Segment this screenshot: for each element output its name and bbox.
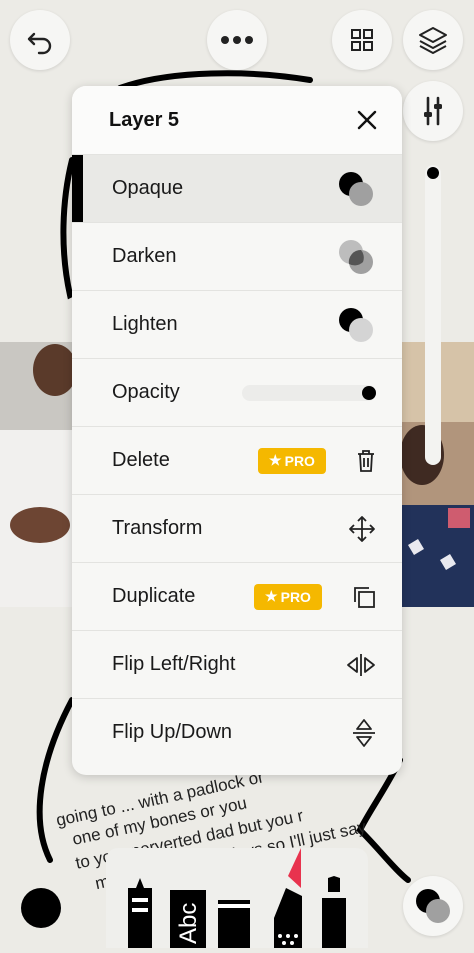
row-label: Opacity [112,381,180,403]
flip-horizontal-icon [347,653,375,676]
row-label: Duplicate [112,585,196,607]
row-label: Transform [112,517,203,539]
transform-row[interactable]: Transform [72,494,402,562]
close-button[interactable] [352,105,382,135]
blend-opaque-icon [339,171,373,206]
tool-tray: Abc [106,848,368,948]
brush-size-knob[interactable] [427,167,439,179]
brush-size-slider[interactable] [425,165,441,465]
flip-vertical-row[interactable]: Flip Up/Down [72,698,402,766]
grid-icon [351,29,373,51]
tool-tray-art: Abc [128,848,346,948]
delete-row[interactable]: Delete ★ PRO [72,426,402,494]
layer-options-panel: Layer 5 Opaque Darken Lighten Opacity De… [72,86,402,775]
row-label: Flip Up/Down [112,721,233,743]
grid-button[interactable] [332,10,392,70]
pro-badge: ★ PRO [258,447,326,474]
star-icon: ★ [269,452,282,468]
layers-icon [419,27,447,54]
duplicate-row[interactable]: Duplicate ★ PRO [72,562,402,630]
opacity-slider-knob[interactable] [362,386,376,400]
blend-darken-icon [339,239,373,274]
pro-label: PRO [284,452,315,469]
color-picker-button[interactable] [403,876,463,936]
row-label: Delete [112,449,170,471]
blend-lighten-icon [339,307,373,342]
blend-darken-row[interactable]: Darken [72,222,402,290]
sliders-icon [424,96,442,126]
flip-vertical-icon [353,718,375,747]
opacity-row: Opacity [72,358,402,426]
pro-label: PRO [280,588,311,605]
close-icon [357,110,377,130]
more-options-button[interactable] [207,10,267,70]
opacity-slider[interactable] [242,385,376,401]
text-tool-label: Abc [175,903,202,944]
blend-color-icon [416,889,450,923]
panel-title: Layer 5 [109,108,180,131]
undo-button[interactable] [10,10,70,70]
layers-button[interactable] [403,10,463,70]
blend-opaque-row[interactable]: Opaque [72,154,402,222]
move-icon [349,515,375,542]
marker-tool[interactable] [218,900,250,948]
pro-badge: ★ PRO [254,583,322,610]
brush-tool[interactable] [322,876,346,948]
more-icon [221,36,253,44]
undo-icon [27,32,52,55]
primary-color-swatch[interactable] [21,888,61,928]
row-label: Flip Left/Right [112,653,236,675]
trash-icon [358,449,374,472]
row-label: Lighten [112,313,178,335]
duplicate-icon [354,586,375,608]
ink-pen-tool[interactable] [128,878,152,948]
photo-left [0,342,77,607]
highlighter-tool[interactable] [274,848,302,948]
blend-lighten-row[interactable]: Lighten [72,290,402,358]
flip-horizontal-row[interactable]: Flip Left/Right [72,630,402,698]
text-tool[interactable]: Abc [170,890,206,948]
row-label: Darken [112,245,177,267]
adjustments-button[interactable] [403,81,463,141]
panel-header: Layer 5 [72,86,402,154]
row-label: Opaque [112,177,184,199]
star-icon: ★ [265,588,278,604]
